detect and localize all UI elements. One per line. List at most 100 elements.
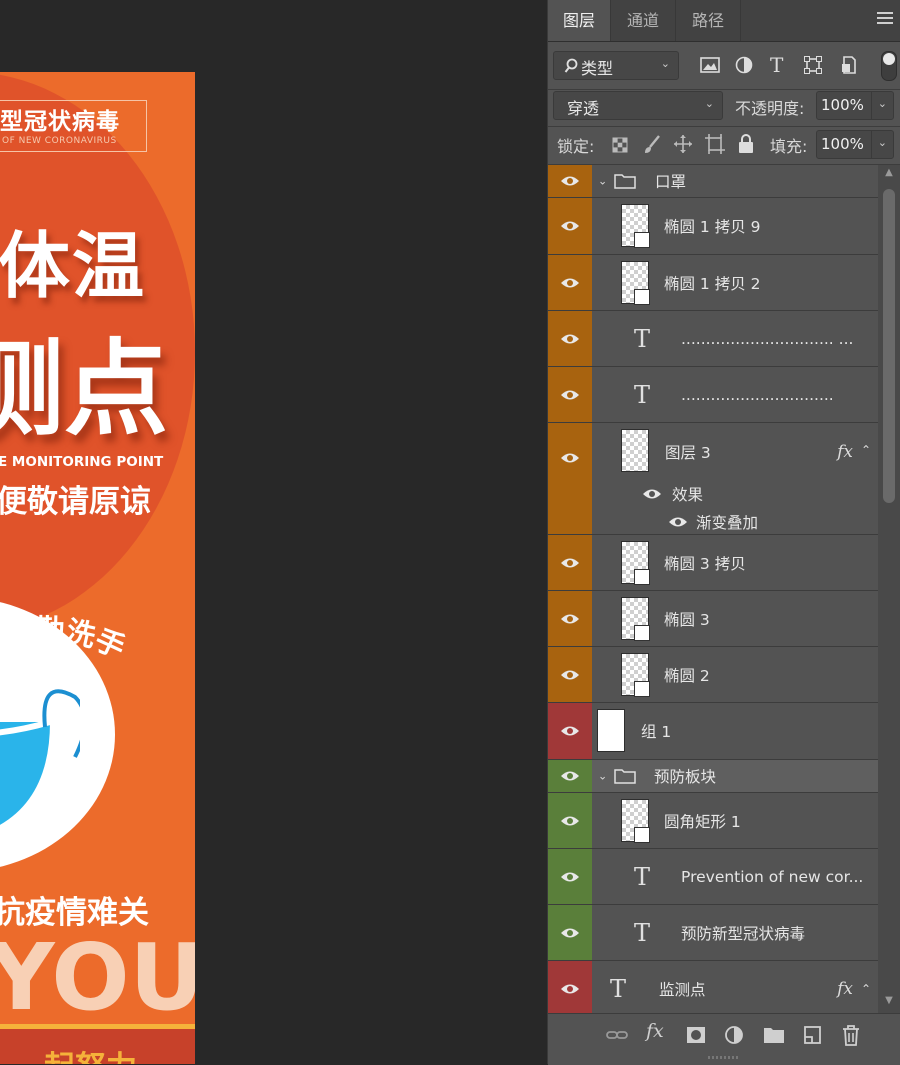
delete-layer-icon[interactable] — [839, 1024, 863, 1046]
layer-row[interactable]: ⌄ 口罩 — [548, 165, 879, 198]
layer-thumbnail — [597, 709, 625, 752]
chevron-up-icon[interactable]: ⌃ — [861, 443, 871, 457]
type-filter-icon[interactable]: T — [770, 53, 783, 77]
layer-name: ............................... — [681, 385, 834, 404]
lock-transparent-pixels-icon[interactable] — [612, 137, 628, 153]
add-mask-icon[interactable] — [684, 1024, 708, 1046]
blend-mode-label: 穿透 — [567, 99, 600, 118]
shape-filter-icon[interactable] — [804, 56, 822, 74]
layer-row[interactable]: T Prevention of new cor... — [548, 849, 879, 905]
tab-paths[interactable]: 路径 — [676, 0, 740, 41]
layer-name: 预防新型冠状病毒 — [681, 924, 806, 943]
layer-row[interactable]: 圆角矩形 1 — [548, 793, 879, 849]
layer-effects-fx-icon[interactable]: fx — [837, 442, 853, 462]
blend-mode-dropdown[interactable]: 穿透 ⌄ — [553, 91, 723, 120]
filter-row: 类型 ⌄ T — [548, 41, 900, 89]
resize-grip[interactable] — [708, 1056, 738, 1059]
layer-row[interactable]: T 预防新型冠状病毒 — [548, 905, 879, 961]
scroll-down-arrow-icon[interactable]: ▼ — [878, 995, 900, 1011]
effect-item-label: 渐变叠加 — [696, 514, 759, 532]
visibility-toggle[interactable] — [548, 367, 592, 422]
lock-icon[interactable] — [738, 134, 754, 154]
visibility-toggle[interactable] — [548, 849, 592, 904]
filter-toggle-switch[interactable] — [881, 51, 897, 81]
visibility-toggle[interactable] — [548, 905, 592, 960]
layer-row[interactable]: ⌄ 预防板块 — [548, 760, 879, 793]
layer-name: 椭圆 3 拷贝 — [664, 554, 746, 573]
text-layer-icon: T — [634, 324, 651, 353]
text-layer-icon: T — [634, 862, 651, 891]
eye-icon — [561, 221, 579, 231]
chevron-down-icon[interactable]: ⌄ — [598, 770, 607, 783]
panel-menu-icon[interactable] — [877, 12, 893, 26]
visibility-toggle[interactable] — [548, 165, 592, 197]
brush-icon[interactable] — [643, 135, 661, 155]
layer-row[interactable]: 图层 3 fx ⌃ 效果 渐变叠加 — [548, 423, 879, 535]
poster-artwork: 型冠状病毒 OF NEW CORONAVIRUS 体温 测点 E MONITOR… — [0, 72, 195, 1064]
chevron-up-icon[interactable]: ⌃ — [861, 982, 871, 996]
image-filter-icon[interactable] — [700, 57, 720, 73]
layer-list-scrollbar[interactable]: ▲ ▼ — [878, 165, 900, 1013]
adjustment-filter-icon[interactable] — [735, 56, 753, 74]
layer-name: 椭圆 3 — [664, 610, 710, 629]
document-canvas-area[interactable]: 型冠状病毒 OF NEW CORONAVIRUS 体温 测点 E MONITOR… — [0, 0, 547, 1064]
visibility-toggle[interactable] — [548, 760, 592, 792]
layer-row[interactable]: 椭圆 3 拷贝 — [548, 535, 879, 591]
visibility-toggle[interactable] — [548, 703, 592, 759]
layer-row[interactable]: 椭圆 3 — [548, 591, 879, 647]
layer-row[interactable]: T 监测点 fx ⌃ — [548, 961, 879, 1013]
opacity-value: 100% — [821, 96, 864, 114]
visibility-toggle[interactable] — [548, 198, 592, 254]
layer-row[interactable]: 组 1 — [548, 703, 879, 760]
chevron-down-icon[interactable]: ⌄ — [598, 175, 607, 188]
layer-name: 图层 3 — [665, 444, 711, 462]
opacity-field[interactable]: 100% ⌄ — [816, 91, 894, 120]
artboard-icon[interactable] — [705, 134, 725, 154]
face-mask-illustration — [0, 689, 80, 825]
layer-row[interactable]: 椭圆 1 拷贝 9 — [548, 198, 879, 255]
new-layer-icon[interactable] — [800, 1024, 824, 1046]
layer-row[interactable]: T ............................... — [548, 367, 879, 423]
visibility-toggle[interactable] — [548, 647, 592, 702]
chevron-down-icon: ⌄ — [704, 97, 714, 110]
smart-object-filter-icon[interactable] — [841, 55, 857, 75]
layer-name: 椭圆 2 — [664, 666, 710, 685]
filter-kind-label: 类型 — [581, 59, 614, 78]
blend-row: 穿透 ⌄ 不透明度: 100% ⌄ — [548, 90, 900, 128]
visibility-toggle[interactable] — [548, 423, 592, 534]
move-icon[interactable] — [673, 134, 693, 154]
layer-row[interactable]: T ............................... ... — [548, 311, 879, 367]
scrollbar-thumb[interactable] — [883, 189, 895, 503]
visibility-toggle[interactable] — [548, 535, 592, 590]
layers-panel: 图层 通道 路径 类型 ⌄ T 穿透 ⌄ 不透明度: 100% ⌄ 锁定: 填充… — [547, 0, 900, 1065]
scroll-up-arrow-icon[interactable]: ▲ — [878, 167, 900, 183]
new-group-icon[interactable] — [762, 1024, 786, 1046]
link-layers-icon[interactable] — [605, 1024, 629, 1046]
filter-kind-dropdown[interactable]: 类型 ⌄ — [553, 51, 679, 80]
eye-icon — [561, 928, 579, 937]
tab-layers[interactable]: 图层 — [548, 0, 610, 41]
layers-bottom-toolbar: fx — [548, 1013, 900, 1065]
eye-icon[interactable] — [642, 487, 662, 501]
visibility-toggle[interactable] — [548, 961, 592, 1013]
layer-effects-fx-icon[interactable]: fx — [837, 979, 853, 999]
visibility-toggle[interactable] — [548, 591, 592, 646]
layer-thumbnail — [621, 799, 650, 843]
layer-thumbnail — [621, 597, 650, 641]
eye-icon — [561, 334, 579, 343]
layer-name: 口罩 — [655, 173, 687, 191]
fill-field[interactable]: 100% ⌄ — [816, 130, 894, 159]
layer-row[interactable]: 椭圆 2 — [548, 647, 879, 703]
poster-english-line: E MONITORING POINT — [0, 454, 164, 470]
visibility-toggle[interactable] — [548, 793, 592, 848]
fill-value: 100% — [821, 135, 864, 153]
adjustment-layer-icon[interactable] — [722, 1024, 746, 1046]
tab-channels[interactable]: 通道 — [611, 0, 675, 41]
add-style-icon[interactable]: fx — [646, 1020, 670, 1042]
lock-row: 锁定: 填充: 100% ⌄ — [548, 127, 900, 165]
eye-icon[interactable] — [668, 515, 688, 529]
visibility-toggle[interactable] — [548, 255, 592, 310]
visibility-toggle[interactable] — [548, 311, 592, 366]
svg-text:回家勤洗手: 回家勤洗手 — [0, 613, 130, 665]
layer-row[interactable]: 椭圆 1 拷贝 2 — [548, 255, 879, 311]
